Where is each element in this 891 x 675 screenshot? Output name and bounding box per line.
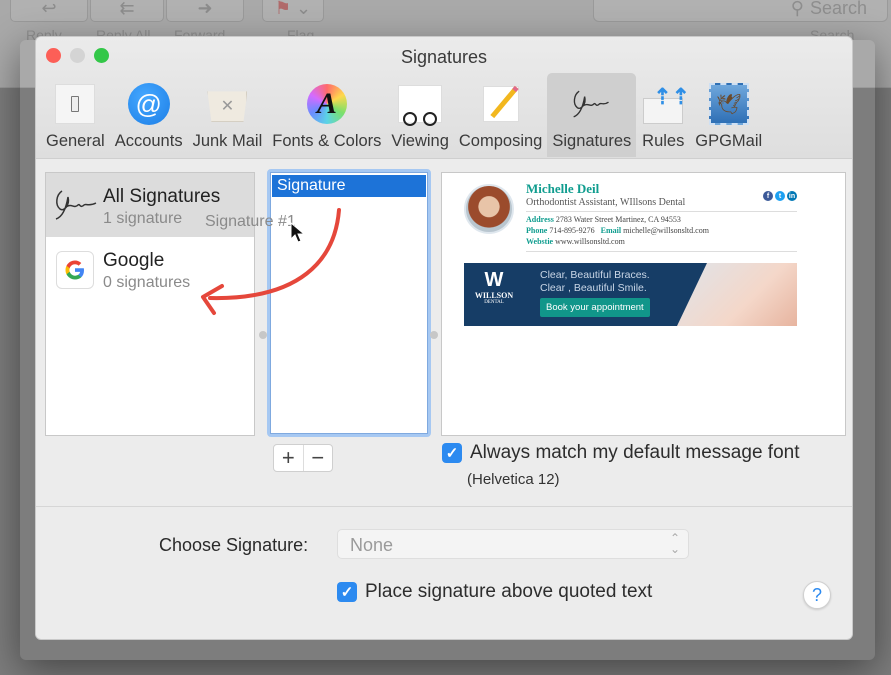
preferences-tabs: General @ Accounts ✕ Junk Mail A Fonts &… xyxy=(41,73,767,157)
signature-person-name: Michelle Deil xyxy=(526,181,600,196)
choose-signature-select[interactable]: None ⌃ ⌄ xyxy=(337,529,689,559)
tab-label: Rules xyxy=(642,132,685,150)
at-sign-icon: @ xyxy=(127,83,170,125)
tab-signatures[interactable]: Signatures xyxy=(547,73,637,157)
social-icons: f t in xyxy=(763,191,797,201)
add-signature-button[interactable]: + xyxy=(274,445,303,471)
tab-accounts[interactable]: @ Accounts xyxy=(110,73,188,157)
signature-icon xyxy=(573,90,609,118)
tab-junk-mail[interactable]: ✕ Junk Mail xyxy=(188,73,268,157)
account-name: Google xyxy=(103,250,165,271)
chevron-up-down-icon: ⌃ ⌄ xyxy=(669,531,680,556)
splitter-handle[interactable] xyxy=(430,331,438,339)
fonts-color-wheel-icon: A xyxy=(306,84,347,124)
linkedin-icon: in xyxy=(787,191,797,201)
tab-general[interactable]: General xyxy=(41,73,110,157)
junk-basket-icon: ✕ xyxy=(207,91,248,122)
tooth-icon: W xyxy=(484,269,504,291)
place-above-option: ✓ Place signature above quoted text xyxy=(337,581,652,603)
tab-rules[interactable]: ⇡⇡ Rules xyxy=(636,73,690,157)
match-font-option: ✓ Always match my default message font xyxy=(442,442,799,464)
search-placeholder: Search xyxy=(809,0,867,18)
tab-label: Accounts xyxy=(114,132,183,150)
tab-label: Junk Mail xyxy=(192,132,263,150)
signatures-list: Signature xyxy=(267,169,431,437)
accounts-list: All Signatures 1 signature Google 0 sign… xyxy=(45,172,255,436)
signature-list-item[interactable]: Signature xyxy=(272,175,426,197)
divider xyxy=(526,251,797,252)
match-font-checkbox[interactable]: ✓ xyxy=(442,443,462,463)
choose-signature-label: Choose Signature: xyxy=(159,535,309,555)
signature-banner: W WILLSON DENTAL Clear, Beautiful Braces… xyxy=(464,263,797,326)
tab-composing[interactable]: Composing xyxy=(454,73,547,157)
search-icon: ⚲ xyxy=(790,0,804,18)
smile-photo xyxy=(677,263,797,326)
tab-label: Composing xyxy=(458,132,543,150)
account-google[interactable]: Google 0 signatures xyxy=(46,237,254,301)
help-button[interactable]: ? xyxy=(803,581,831,609)
place-above-label: Place signature above quoted text xyxy=(365,581,653,602)
dragged-signature-ghost: Signature #1 xyxy=(205,213,296,230)
facebook-icon: f xyxy=(763,191,773,201)
reply-all-button: ⇇ xyxy=(90,0,164,22)
background-search-field: ⚲ Search xyxy=(593,0,888,22)
signature-website: Webstie www.willsonsltd.com xyxy=(526,237,625,246)
tab-label: General xyxy=(46,132,105,150)
rules-envelope-icon: ⇡⇡ xyxy=(643,84,690,124)
signatures-preferences-window: Signatures General @ Accounts ✕ Junk Mai… xyxy=(35,36,853,640)
signature-count: 0 signatures xyxy=(103,274,191,291)
signature-icon xyxy=(55,190,97,220)
tab-label: Fonts & Colors xyxy=(272,132,382,150)
pencil-icon xyxy=(482,86,519,122)
willson-dental-logo: W WILLSON DENTAL xyxy=(474,269,514,305)
signature-address: Address 2783 Water Street Martinez, CA 9… xyxy=(526,215,681,224)
signature-preview: Michelle Deil Orthodontist Assistant, WI… xyxy=(441,172,846,436)
divider xyxy=(526,211,797,212)
tab-viewing[interactable]: Viewing xyxy=(386,73,453,157)
tab-fonts-colors[interactable]: A Fonts & Colors xyxy=(267,73,386,157)
signatures-content: All Signatures 1 signature Google 0 sign… xyxy=(36,159,852,639)
match-font-label: Always match my default message font xyxy=(470,442,800,463)
titlebar: Signatures General @ Accounts ✕ Junk Mai… xyxy=(36,37,852,159)
tab-label: Viewing xyxy=(391,132,449,150)
flag-button: ⚑ ⌄ xyxy=(262,0,324,22)
splitter-handle[interactable] xyxy=(259,331,267,339)
banner-headline-2: Clear , Beautiful Smile. xyxy=(540,282,647,294)
section-divider xyxy=(36,506,852,507)
twitter-icon: t xyxy=(775,191,785,201)
choose-signature-value: None xyxy=(350,535,394,555)
gpgmail-stamp-icon: 🕊 xyxy=(708,83,749,125)
signature-count: 1 signature xyxy=(103,210,183,227)
tab-gpgmail[interactable]: 🕊 GPGMail xyxy=(690,73,767,157)
signature-contact: Phone 714-895-9276 Email michelle@willso… xyxy=(526,226,709,235)
remove-signature-button[interactable]: − xyxy=(302,445,333,471)
book-appointment-button[interactable]: Book your appointment xyxy=(540,298,650,317)
signature-role: Orthodontist Assistant, WIllsons Dental xyxy=(526,197,686,208)
forward-button: ➜ xyxy=(166,0,244,22)
window-title: Signatures xyxy=(400,47,488,67)
mouse-cursor-icon xyxy=(290,222,306,243)
place-above-checkbox[interactable]: ✓ xyxy=(337,582,357,602)
avatar xyxy=(464,184,514,234)
reply-button: ↩ xyxy=(10,0,88,22)
default-font-name: (Helvetica 12) xyxy=(467,471,560,488)
tab-label: GPGMail xyxy=(695,132,763,150)
tab-label: Signatures xyxy=(552,132,632,150)
account-name: All Signatures xyxy=(103,186,221,207)
banner-headline-1: Clear, Beautiful Braces. xyxy=(540,269,650,281)
google-icon xyxy=(56,251,94,289)
add-remove-control: + − xyxy=(273,444,333,472)
general-switch-icon xyxy=(55,84,96,124)
glasses-icon xyxy=(398,85,443,126)
